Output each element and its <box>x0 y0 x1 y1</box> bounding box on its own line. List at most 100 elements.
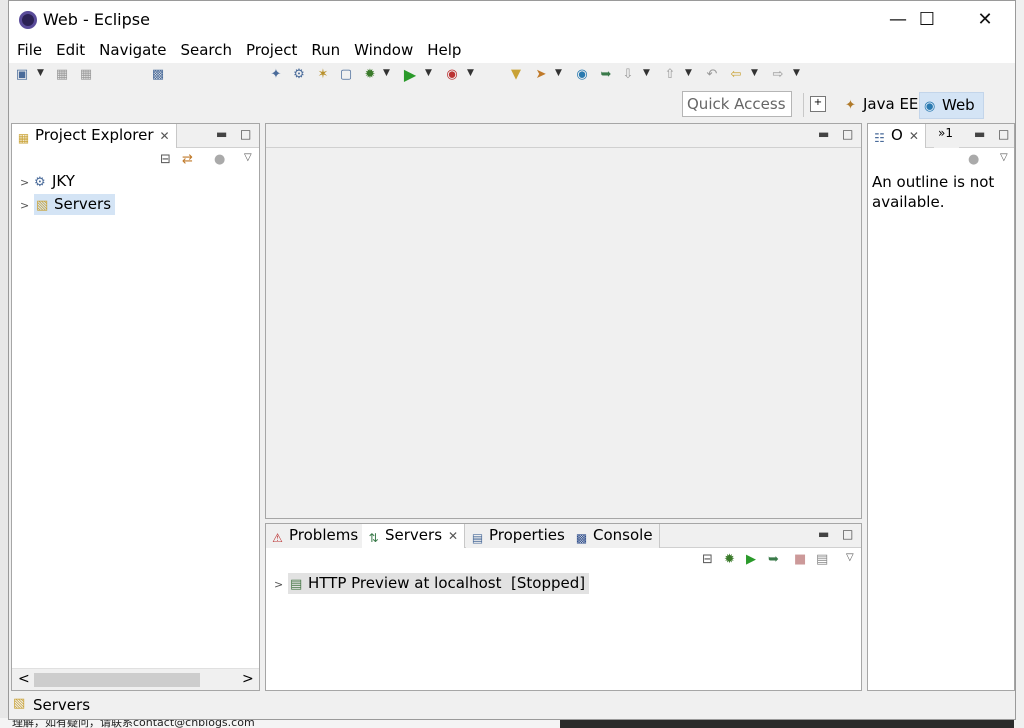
prev-annotation-icon[interactable]: ⇧ <box>661 66 679 84</box>
menu-file[interactable]: File <box>9 39 48 59</box>
java-ee-icon: ✦ <box>845 98 856 113</box>
open-type-icon[interactable]: ➥ <box>597 66 615 84</box>
tab-properties[interactable]: ▤ Properties <box>466 524 572 548</box>
view-menu-icon[interactable]: ▽ <box>1000 152 1008 163</box>
menu-navigate[interactable]: Navigate <box>91 39 172 59</box>
status-text: Servers <box>33 696 91 714</box>
perspective-java-ee[interactable]: ✦ Java EE <box>839 93 924 117</box>
expand-arrow-icon[interactable]: > <box>274 578 288 591</box>
next-annotation-icon[interactable]: ⇩ <box>619 66 637 84</box>
new-wizard-icon[interactable]: ✶ <box>314 66 332 84</box>
maximize-icon[interactable]: □ <box>998 127 1009 141</box>
run-icon[interactable]: ▶ <box>401 66 419 84</box>
external-tools-dropdown-icon[interactable]: ▼ <box>467 68 474 78</box>
scrollbar-thumb[interactable] <box>34 673 200 687</box>
tab-servers[interactable]: ⇅ Servers ✕ <box>362 524 466 548</box>
expand-arrow-icon[interactable]: > <box>20 176 34 189</box>
minimize-icon[interactable]: ▬ <box>818 127 829 141</box>
back-dropdown-icon[interactable]: ▼ <box>751 68 758 78</box>
view-menu-icon[interactable]: ▽ <box>244 152 252 163</box>
maximize-button[interactable]: ☐ <box>898 1 956 39</box>
minimize-icon[interactable]: ▬ <box>818 527 829 541</box>
tab-project-explorer[interactable]: ▦ Project Explorer ✕ <box>12 124 177 148</box>
scroll-left-icon[interactable]: < <box>18 671 30 687</box>
profile-server-icon[interactable]: ➥ <box>768 552 779 567</box>
filter-icon[interactable]: ● <box>214 152 225 167</box>
tree-item-label: JKY <box>52 172 75 190</box>
forward-icon[interactable]: ⇨ <box>769 66 787 84</box>
maximize-icon[interactable]: □ <box>240 127 251 141</box>
run-dropdown-icon[interactable]: ▼ <box>425 68 432 78</box>
outline-message: An outline is not available. <box>872 173 995 211</box>
rocket-dropdown-icon[interactable]: ▼ <box>555 68 562 78</box>
new-dropdown-icon[interactable]: ▼ <box>37 68 44 78</box>
back-icon[interactable]: ⇦ <box>727 66 745 84</box>
minimize-icon[interactable]: ▬ <box>216 127 227 141</box>
prev-annotation-dropdown-icon[interactable]: ▼ <box>685 68 692 78</box>
collapse-all-icon[interactable]: ⊟ <box>160 152 171 167</box>
filter-icon[interactable]: ● <box>968 152 979 167</box>
expand-arrow-icon[interactable]: > <box>20 199 34 212</box>
last-edit-icon[interactable]: ↶ <box>703 66 721 84</box>
save-icon[interactable]: ▦ <box>53 66 71 84</box>
new-file-icon[interactable]: ▢ <box>337 66 355 84</box>
close-icon[interactable]: ✕ <box>909 129 919 143</box>
perspective-web[interactable]: ◉ Web <box>919 92 984 119</box>
debug-server-icon[interactable]: ✹ <box>724 552 735 567</box>
view-menu-icon[interactable]: ▽ <box>846 552 854 563</box>
tab-more-views[interactable]: »1 <box>934 124 959 148</box>
pin-icon[interactable]: ✦ <box>267 66 285 84</box>
open-perspective-icon[interactable]: + <box>810 96 826 112</box>
tab-outline-label: O <box>891 126 903 144</box>
title-bar[interactable]: Web - Eclipse — ☐ ✕ <box>9 1 1015 39</box>
menu-window[interactable]: Window <box>346 39 419 59</box>
close-icon[interactable]: ✕ <box>160 129 170 143</box>
maximize-icon[interactable]: □ <box>842 127 853 141</box>
tab-problems[interactable]: ⚠ Problems <box>266 524 366 548</box>
horizontal-scrollbar[interactable]: < > <box>12 668 259 690</box>
tree-item-servers[interactable]: > ▧ Servers <box>20 194 116 217</box>
forward-dropdown-icon[interactable]: ▼ <box>793 68 800 78</box>
quick-access-input[interactable]: Quick Access <box>682 91 792 117</box>
eclipse-logo-icon <box>19 11 37 29</box>
terminal-icon[interactable]: ▩ <box>149 66 167 84</box>
collapse-all-icon[interactable]: ⊟ <box>702 552 713 567</box>
new-server-icon[interactable]: ⚙ <box>290 66 308 84</box>
menu-edit[interactable]: Edit <box>48 39 91 59</box>
folder-icon: ▦ <box>17 131 30 145</box>
tab-outline[interactable]: ☷ O ✕ <box>868 124 926 148</box>
start-server-icon[interactable]: ▶ <box>746 552 756 567</box>
bottom-tab-header: ⚠ Problems ⇅ Servers ✕ ▤ Properties ▩ Console… <box>266 524 861 548</box>
tree-item-jky[interactable]: > ⚙ JKY <box>20 172 75 194</box>
external-tools-icon[interactable]: ◉ <box>443 66 461 84</box>
tab-console[interactable]: ▩ Console <box>570 524 660 548</box>
menu-help[interactable]: Help <box>419 39 467 59</box>
menu-project[interactable]: Project <box>238 39 303 59</box>
servers-icon: ⇅ <box>368 531 379 545</box>
next-annotation-dropdown-icon[interactable]: ▼ <box>643 68 650 78</box>
globe-icon[interactable]: ◉ <box>573 66 591 84</box>
servers-panel: ⚠ Problems ⇅ Servers ✕ ▤ Properties ▩ Console… <box>265 523 862 691</box>
debug-icon[interactable]: ✹ <box>361 66 379 84</box>
window-title: Web - Eclipse <box>43 10 150 29</box>
editor-tab-header: ▬ □ <box>266 124 861 148</box>
publish-icon[interactable]: ▤ <box>816 552 828 567</box>
open-folder-icon[interactable]: ▼ <box>507 66 525 84</box>
close-button[interactable]: ✕ <box>956 1 1014 39</box>
rocket-icon[interactable]: ➤ <box>532 66 550 84</box>
debug-dropdown-icon[interactable]: ▼ <box>383 68 390 78</box>
save-all-icon[interactable]: ▦ <box>77 66 95 84</box>
new-icon[interactable]: ▣ <box>13 66 31 84</box>
scroll-right-icon[interactable]: > <box>242 671 254 687</box>
server-entry[interactable]: > ▤ HTTP Preview at localhost [Stopped] <box>274 573 590 596</box>
maximize-icon[interactable]: □ <box>842 527 853 541</box>
close-icon[interactable]: ✕ <box>448 529 458 543</box>
web-perspective-icon: ◉ <box>924 99 936 114</box>
tab-servers-label: Servers <box>385 526 443 544</box>
stop-server-icon[interactable]: ■ <box>794 552 806 567</box>
menu-search[interactable]: Search <box>172 39 238 59</box>
project-explorer-panel: ▦ Project Explorer ✕ ▬ □ ⊟ ⇄ ● ▽ > ⚙ JKY > ▧ S… <box>11 123 260 691</box>
link-with-editor-icon[interactable]: ⇄ <box>182 152 193 167</box>
minimize-icon[interactable]: ▬ <box>974 127 985 141</box>
menu-run[interactable]: Run <box>303 39 346 59</box>
